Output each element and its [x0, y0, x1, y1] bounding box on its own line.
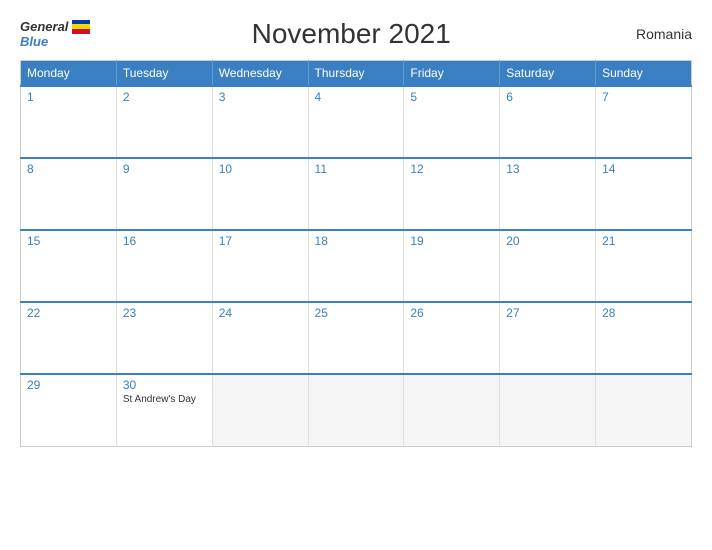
calendar-week-row: 15 16 17 18 19 20 21 — [21, 230, 692, 302]
calendar-week-row: 1234567 — [21, 86, 692, 158]
calendar-body: 1234567891011121314151617181920212223242… — [21, 86, 692, 446]
day-number: 16 — [123, 234, 206, 248]
calendar-cell: 11 — [308, 158, 404, 230]
day-number: 18 — [315, 234, 398, 248]
calendar-cell: 24 — [212, 302, 308, 374]
day-number: 7 — [602, 90, 685, 104]
day-number: 26 — [410, 306, 493, 320]
calendar-header: Monday Tuesday Wednesday Thursday Friday… — [21, 61, 692, 87]
header-sunday: Sunday — [596, 61, 692, 87]
logo-general-text: General — [20, 19, 68, 34]
calendar-cell: 2 — [116, 86, 212, 158]
calendar-cell: 25 — [308, 302, 404, 374]
day-number: 27 — [506, 306, 589, 320]
calendar-cell: 29 — [21, 374, 117, 446]
day-number: 29 — [27, 378, 110, 392]
calendar-cell: 19 — [404, 230, 500, 302]
calendar-cell: 26 — [404, 302, 500, 374]
country-label: Romania — [612, 26, 692, 42]
day-number: 24 — [219, 306, 302, 320]
header: General Blue November 2021 Romania — [20, 18, 692, 50]
day-number: 23 — [123, 306, 206, 320]
calendar-cell: 16 — [116, 230, 212, 302]
calendar-cell: 17 — [212, 230, 308, 302]
header-friday: Friday — [404, 61, 500, 87]
day-number: 11 — [315, 162, 398, 176]
day-number: 28 — [602, 306, 685, 320]
day-number: 22 — [27, 306, 110, 320]
logo-flag-icon — [72, 20, 90, 34]
page-title: November 2021 — [90, 18, 612, 50]
calendar-cell — [596, 374, 692, 446]
header-saturday: Saturday — [500, 61, 596, 87]
calendar-cell: 1 — [21, 86, 117, 158]
calendar-cell: 5 — [404, 86, 500, 158]
calendar-cell: 22 — [21, 302, 117, 374]
holiday-name: St Andrew's Day — [123, 394, 206, 405]
calendar-cell: 14 — [596, 158, 692, 230]
calendar-cell: 15 — [21, 230, 117, 302]
calendar-cell — [212, 374, 308, 446]
day-number: 8 — [27, 162, 110, 176]
calendar-cell: 23 — [116, 302, 212, 374]
calendar-cell — [404, 374, 500, 446]
calendar-cell: 7 — [596, 86, 692, 158]
calendar-cell: 20 — [500, 230, 596, 302]
logo-blue-text: Blue — [20, 34, 48, 49]
calendar-week-row: 29 30 St Andrew's Day — [21, 374, 692, 446]
calendar-grid: Monday Tuesday Wednesday Thursday Friday… — [20, 60, 692, 447]
calendar-cell: 6 — [500, 86, 596, 158]
calendar-cell: 28 — [596, 302, 692, 374]
day-number: 17 — [219, 234, 302, 248]
day-number: 21 — [602, 234, 685, 248]
day-number: 14 — [602, 162, 685, 176]
calendar-cell: 30 St Andrew's Day — [116, 374, 212, 446]
header-monday: Monday — [21, 61, 117, 87]
day-number: 2 — [123, 90, 206, 104]
day-number: 5 — [410, 90, 493, 104]
header-thursday: Thursday — [308, 61, 404, 87]
calendar-cell: 27 — [500, 302, 596, 374]
calendar-cell: 4 — [308, 86, 404, 158]
header-tuesday: Tuesday — [116, 61, 212, 87]
day-number: 10 — [219, 162, 302, 176]
calendar-cell: 21 — [596, 230, 692, 302]
calendar-cell — [308, 374, 404, 446]
calendar-cell — [500, 374, 596, 446]
calendar-page: General Blue November 2021 Romania Monda… — [0, 0, 712, 550]
day-number: 9 — [123, 162, 206, 176]
day-number: 6 — [506, 90, 589, 104]
day-number: 25 — [315, 306, 398, 320]
day-number: 4 — [315, 90, 398, 104]
calendar-cell: 3 — [212, 86, 308, 158]
day-number: 19 — [410, 234, 493, 248]
calendar-cell: 13 — [500, 158, 596, 230]
logo: General Blue — [20, 19, 90, 49]
header-wednesday: Wednesday — [212, 61, 308, 87]
calendar-week-row: 22 23 24 25 26 27 28 — [21, 302, 692, 374]
day-number: 30 — [123, 378, 206, 392]
calendar-cell: 10 — [212, 158, 308, 230]
calendar-week-row: 89 10 11 12 13 14 — [21, 158, 692, 230]
calendar-cell: 9 — [116, 158, 212, 230]
calendar-cell: 12 — [404, 158, 500, 230]
day-number: 20 — [506, 234, 589, 248]
calendar-cell: 8 — [21, 158, 117, 230]
weekday-header-row: Monday Tuesday Wednesday Thursday Friday… — [21, 61, 692, 87]
calendar-cell: 18 — [308, 230, 404, 302]
day-number: 12 — [410, 162, 493, 176]
day-number: 13 — [506, 162, 589, 176]
day-number: 15 — [27, 234, 110, 248]
day-number: 1 — [27, 90, 110, 104]
day-number: 3 — [219, 90, 302, 104]
